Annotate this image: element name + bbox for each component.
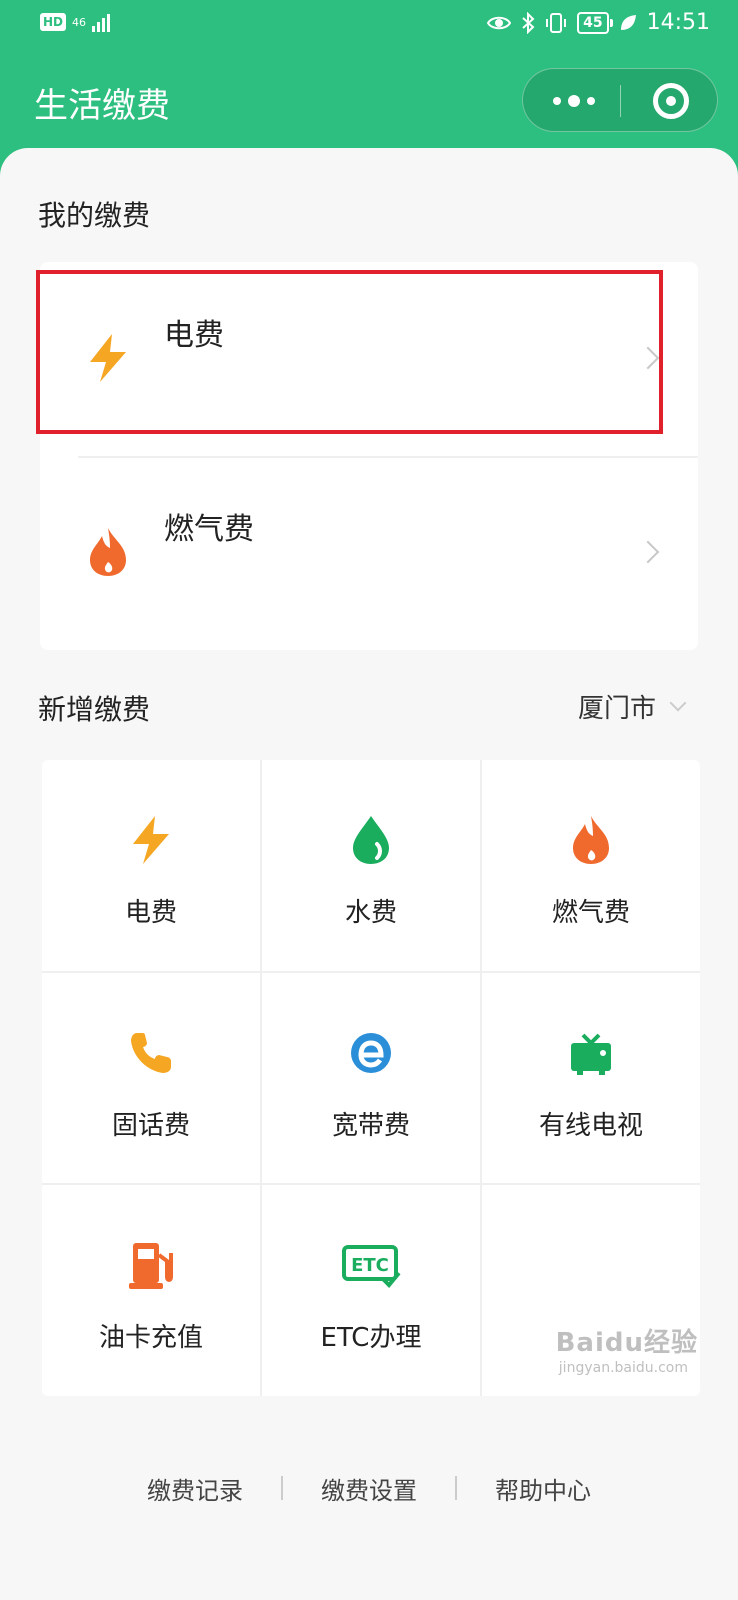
grid-item-label: 油卡充值: [98, 1323, 203, 1354]
close-miniprogram-icon[interactable]: [653, 83, 689, 119]
content-area: 我的缴费 电费 燃气费 新增缴费 厦门市 电费 水费 燃气费 固话费 宽带费 有…: [0, 148, 738, 1600]
grid-item-electricity[interactable]: 电费: [42, 760, 260, 971]
capsule-divider: [620, 85, 621, 117]
broadband-icon: [341, 1023, 401, 1083]
watermark-url: jingyan.baidu.com: [558, 1360, 688, 1376]
flame-icon: [90, 528, 126, 576]
chevron-down-icon: [669, 694, 687, 711]
grid-item-label: 固话费: [111, 1110, 190, 1141]
new-payments-grid: 电费 水费 燃气费 固话费 宽带费 有线电视 油卡充值 ETC ETC办理: [42, 760, 700, 1396]
chevron-right-icon: [636, 346, 660, 370]
new-payments-title: 新增缴费: [38, 693, 151, 726]
vibrate-icon: [546, 12, 567, 33]
grid-item-label: 水费: [344, 898, 397, 928]
grid-item-etc[interactable]: ETC ETC办理: [262, 1185, 480, 1396]
grid-item-fuel-card[interactable]: 油卡充值: [42, 1185, 260, 1396]
city-label: 厦门市: [577, 694, 656, 724]
tv-icon: [561, 1023, 621, 1083]
eye-icon: [487, 16, 512, 29]
grid-item-label: 燃气费: [551, 898, 630, 928]
grid-item-label: 有线电视: [538, 1110, 643, 1141]
grid-item-cable-tv[interactable]: 有线电视: [482, 972, 700, 1184]
grid-item-broadband[interactable]: 宽带费: [262, 972, 480, 1184]
status-bar: HD 46 45 14:51: [0, 0, 738, 52]
etc-icon: ETC: [341, 1235, 401, 1295]
leaf-icon: [620, 14, 636, 30]
page-title: 生活缴费: [34, 86, 170, 126]
bluetooth-icon: [522, 11, 535, 34]
my-payments-card: 电费 燃气费: [40, 262, 698, 650]
status-left: HD 46: [40, 12, 111, 32]
payment-records-link[interactable]: 缴费记录: [109, 1471, 281, 1506]
fuel-pump-icon: [121, 1235, 181, 1295]
mini-program-capsule: [522, 68, 718, 132]
watermark-logo: Baidu经验: [555, 1328, 698, 1358]
grid-item-label: ETC办理: [320, 1323, 422, 1354]
my-item-gas[interactable]: 燃气费: [40, 456, 698, 650]
svg-text:ETC: ETC: [351, 1255, 389, 1276]
grid-item-label: 宽带费: [331, 1110, 410, 1141]
phone-icon: [121, 1023, 181, 1083]
status-right: 45 14:51: [487, 10, 710, 35]
payment-settings-link[interactable]: 缴费设置: [283, 1471, 455, 1506]
grid-item-water[interactable]: 水费: [262, 760, 480, 971]
signal-icon: [92, 12, 111, 32]
status-time: 14:51: [646, 10, 710, 35]
lightning-icon: [90, 334, 126, 382]
battery-icon: 45: [577, 11, 614, 34]
water-drop-icon: [341, 810, 401, 870]
lightning-icon: [121, 810, 181, 870]
footer-links: 缴费记录 缴费设置 帮助中心: [0, 1468, 738, 1508]
network-type: 46: [72, 15, 87, 29]
chevron-right-icon: [636, 540, 660, 564]
my-payments-title: 我的缴费: [38, 199, 151, 232]
nav-bar: 生活缴费: [0, 52, 738, 148]
city-selector[interactable]: 厦门市: [577, 688, 687, 725]
hd-badge: HD: [40, 13, 67, 31]
help-center-link[interactable]: 帮助中心: [457, 1471, 629, 1506]
more-icon[interactable]: [553, 93, 595, 109]
grid-item-landline[interactable]: 固话费: [42, 972, 260, 1184]
my-item-label: 电费: [164, 318, 224, 353]
grid-item-gas[interactable]: 燃气费: [482, 760, 700, 971]
my-item-label: 燃气费: [164, 512, 254, 547]
flame-icon: [561, 810, 621, 870]
my-item-electricity[interactable]: 电费: [40, 262, 698, 456]
grid-item-label: 电费: [124, 898, 177, 928]
